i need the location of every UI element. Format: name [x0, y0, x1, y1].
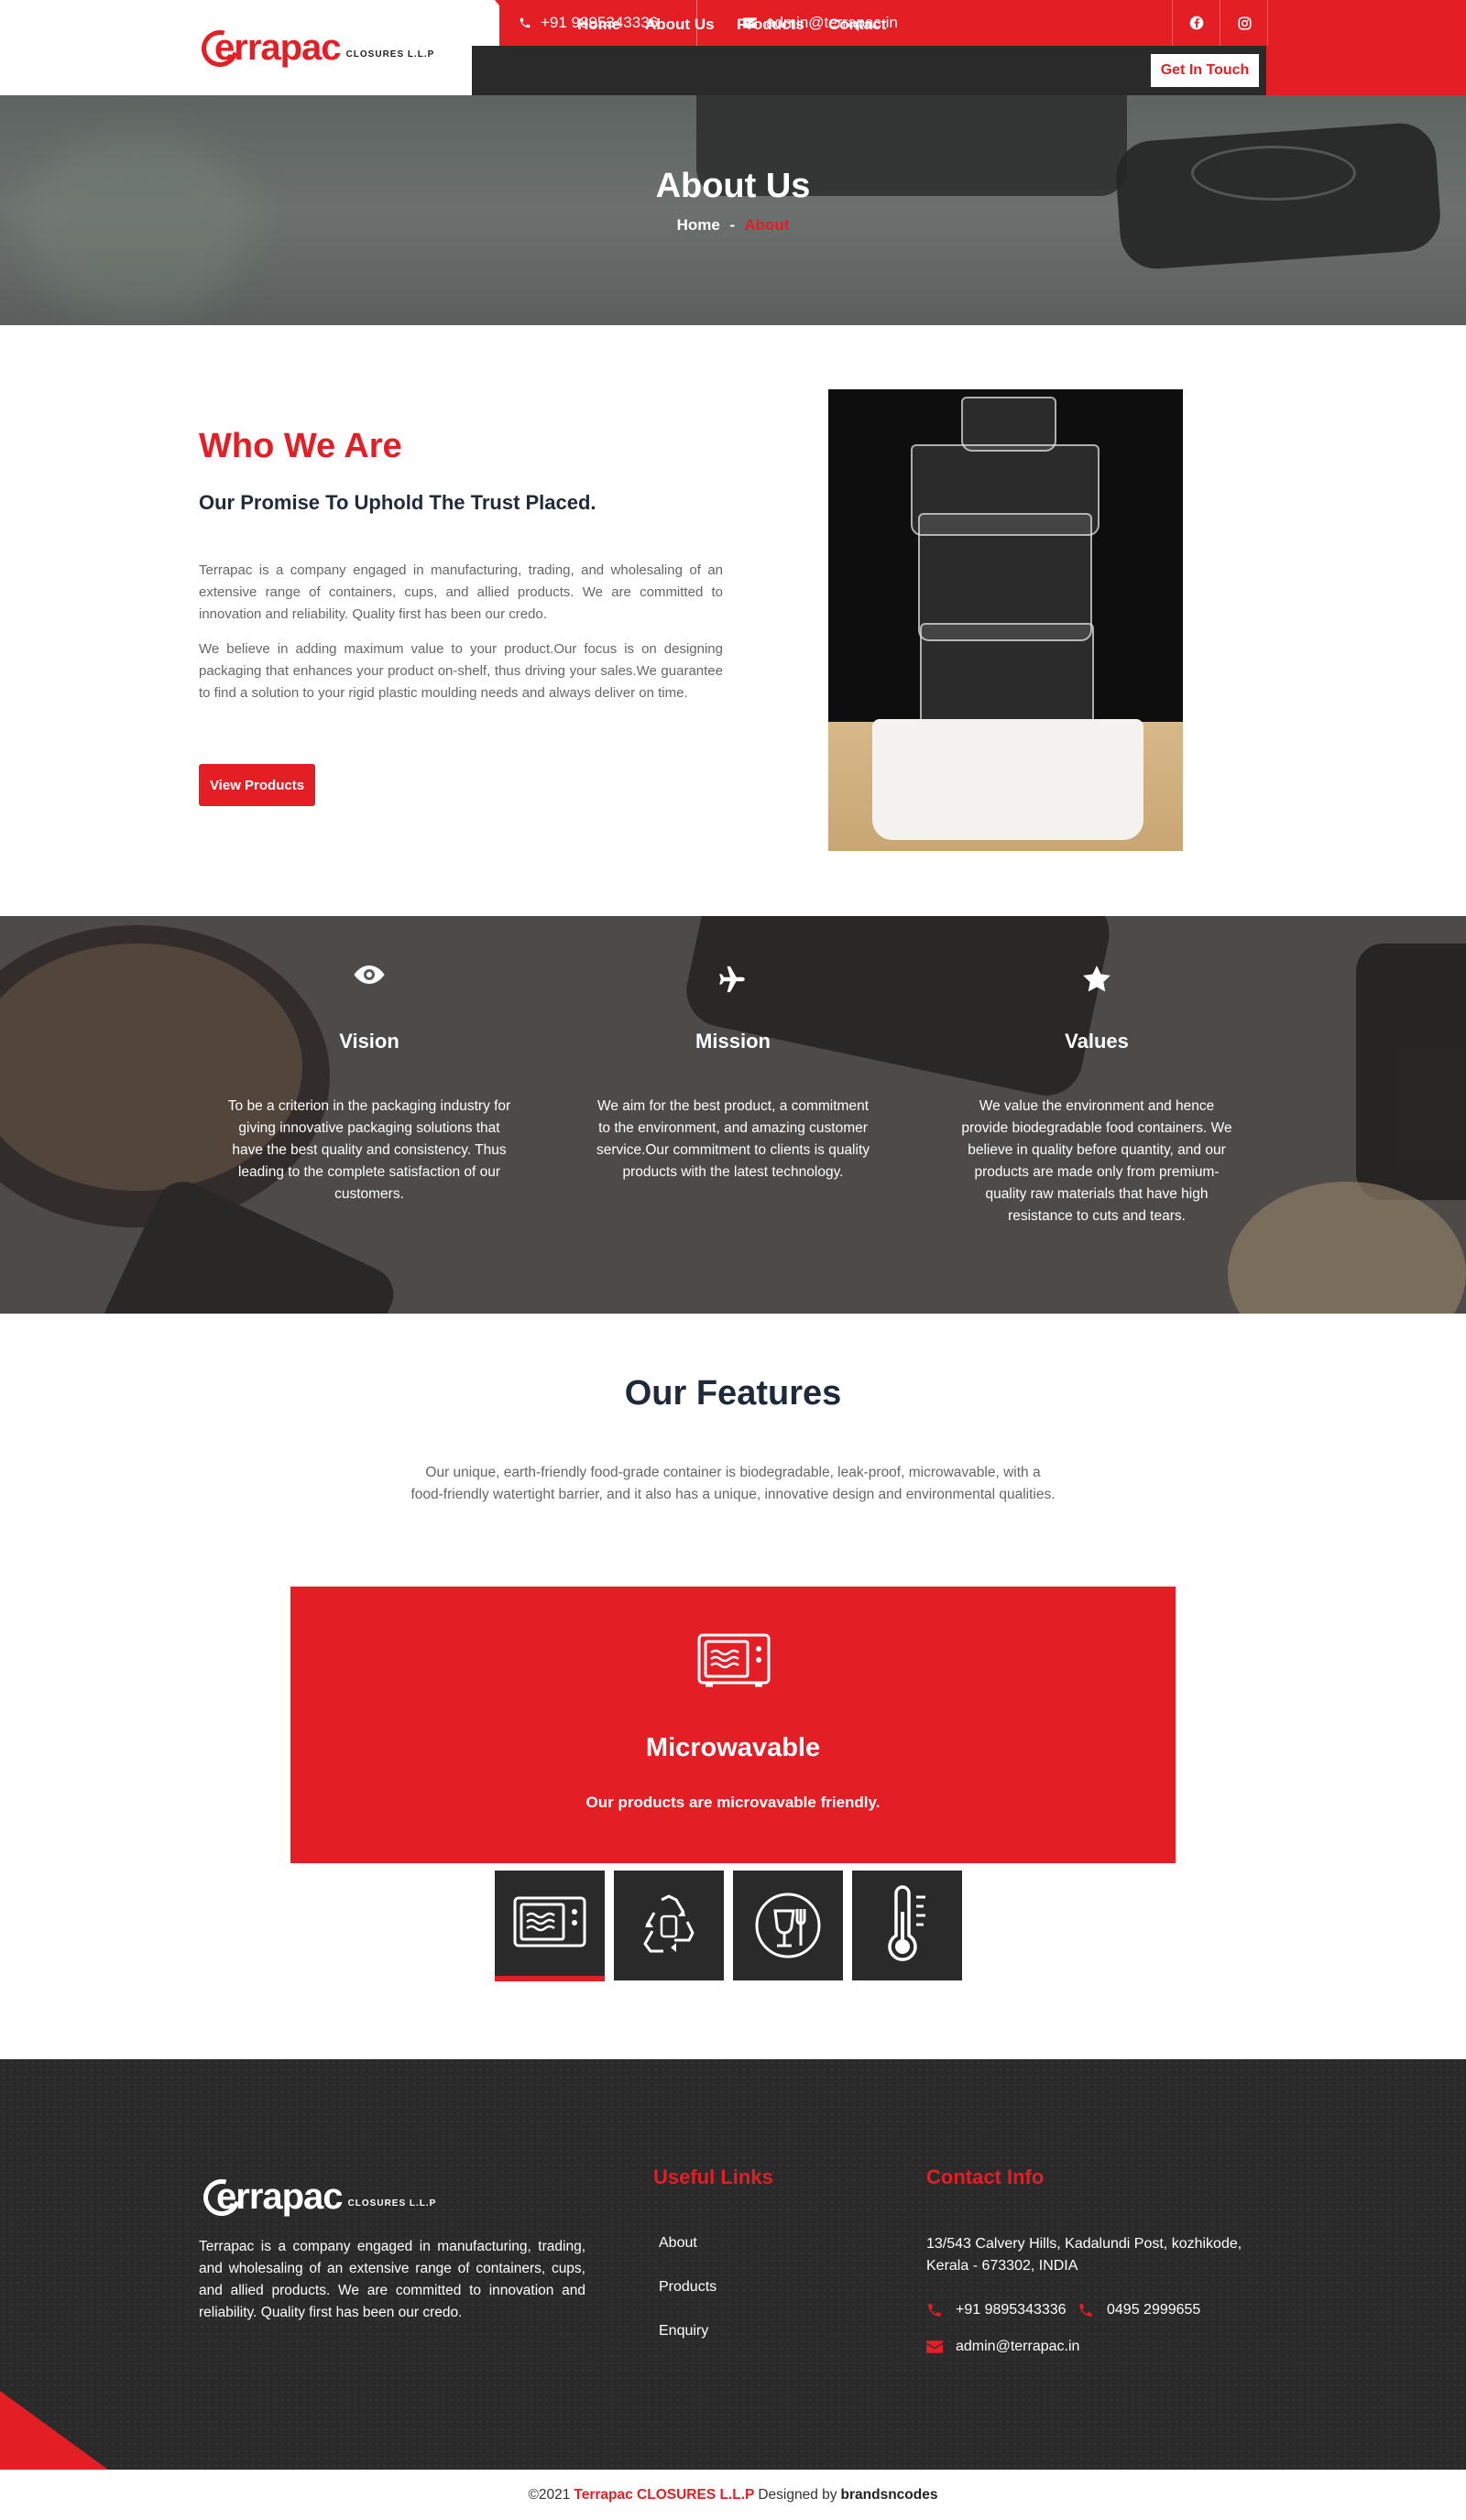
recycle-icon [643, 1894, 695, 1953]
footer-phone-2[interactable]: 0495 2999655 [1078, 2302, 1200, 2318]
microwave-icon [696, 1632, 771, 1694]
containers-photo [828, 389, 1183, 851]
mission-title: Mission [695, 1030, 771, 1053]
footer-phone-2-text: 0495 2999655 [1107, 2302, 1201, 2318]
footer-logo[interactable]: errapac CLOSURES L.L.P [196, 2172, 437, 2222]
instagram-link[interactable] [1220, 0, 1268, 46]
page-hero: About Us Home - About [0, 95, 1466, 325]
vision-text: To be a criterion in the packaging indus… [227, 1098, 511, 1202]
photo-white-container [872, 719, 1143, 840]
nav-contact[interactable]: Contact [828, 0, 886, 49]
footer-about-text: Terrapac is a company engaged in manufac… [199, 2239, 585, 2320]
nav-products[interactable]: Products [737, 0, 804, 49]
logo-subtitle: CLOSURES L.L.P [347, 2198, 437, 2209]
breadcrumb: Home - About [0, 216, 1466, 235]
features-title: Our Features [624, 1374, 842, 1413]
designer-link[interactable]: brandsncodes [841, 2487, 938, 2504]
who-we-are-paragraph: We believe in adding maximum value to yo… [199, 641, 723, 701]
photo-tub [918, 513, 1092, 641]
envelope-icon [926, 2340, 943, 2353]
vision-title: Vision [339, 1030, 399, 1053]
star-icon [955, 964, 1239, 1000]
breadcrumb-separator: - [729, 216, 736, 234]
feature-tab-food-safe[interactable] [733, 1871, 843, 1980]
phone-icon [520, 17, 531, 28]
footer-accent-triangle [0, 2391, 108, 2470]
who-we-are-subtitle: Our Promise To Uphold The Trust Placed. [199, 491, 596, 514]
feature-card-title: Microwavable [645, 1733, 821, 1762]
features-description: Our unique, earth-friendly food-grade co… [410, 1465, 1056, 1502]
breadcrumb-current: About [744, 216, 790, 234]
copyright-year: ©2021 [528, 2486, 571, 2503]
footer-phone-1[interactable]: +91 9895343336 [926, 2302, 1067, 2318]
footer-link-products[interactable]: Products [659, 2279, 717, 2296]
instagram-icon [1237, 16, 1252, 30]
food-safe-icon [755, 1893, 821, 1958]
who-we-are-paragraph: Terrapac is a company engaged in manufac… [199, 562, 723, 622]
nav-about[interactable]: About Us [645, 0, 715, 49]
feature-tab-microwave[interactable] [495, 1871, 605, 1981]
feature-card-text: Our products are microvavable friendly. [585, 1794, 881, 1811]
mission-text: We aim for the best product, a commitmen… [596, 1098, 870, 1180]
site-header: errapac CLOSURES L.L.P +91 9895343336 ad… [0, 0, 1466, 95]
photo-tub [920, 623, 1094, 733]
vision-mission-values-section: Vision To be a criterion in the packagin… [0, 916, 1466, 1314]
microwave-icon [513, 1896, 586, 1947]
nav-home[interactable]: Home [577, 0, 620, 49]
copyright-bar: ©2021 Terrapac CLOSURES L.L.P Designed b… [0, 2470, 1466, 2520]
copyright-brand-link[interactable]: Terrapac CLOSURES L.L.P [574, 2487, 754, 2504]
topbar-divider [1267, 0, 1268, 46]
feature-tab-recycle[interactable] [614, 1871, 724, 1980]
who-we-are-title: Who We Are [199, 427, 402, 465]
footer-email[interactable]: admin@terrapac.in [926, 2339, 1079, 2355]
phone-icon [928, 2304, 941, 2317]
logo-subtitle: CLOSURES L.L.P [345, 49, 435, 60]
thermometer-icon [888, 1885, 925, 1961]
header-accent-block [1266, 0, 1466, 95]
photo-cup [961, 397, 1056, 452]
values-text: We value the environment and hence provi… [961, 1098, 1232, 1224]
feature-tab-temperature[interactable] [852, 1871, 962, 1980]
get-in-touch-button[interactable]: Get In Touch [1151, 54, 1259, 87]
page-title: About Us [655, 167, 811, 205]
contact-info-title: Contact Info [926, 2165, 1045, 2188]
useful-links-title: Useful Links [653, 2165, 773, 2188]
values-title: Values [1065, 1030, 1129, 1053]
copyright-designed-by: Designed by [758, 2486, 837, 2503]
breadcrumb-home[interactable]: Home [677, 216, 720, 234]
footer-email-text: admin@terrapac.in [956, 2339, 1080, 2354]
facebook-icon [1189, 16, 1204, 30]
footer-address: 13/543 Calvery Hills, Kadalundi Post, ko… [926, 2236, 1242, 2274]
plane-icon [591, 964, 875, 1000]
eye-icon [227, 964, 511, 1000]
footer-link-enquiry[interactable]: Enquiry [659, 2323, 708, 2340]
main-navbar [472, 46, 1266, 95]
phone-icon [1079, 2304, 1092, 2317]
view-products-button[interactable]: View Products [199, 764, 315, 806]
feature-card: Microwavable Our products are microvavab… [290, 1587, 1176, 1863]
footer-phone-1-text: +91 9895343336 [956, 2302, 1067, 2318]
facebook-link[interactable] [1173, 0, 1220, 46]
site-logo[interactable]: errapac CLOSURES L.L.P [194, 23, 435, 73]
footer-link-about[interactable]: About [659, 2235, 697, 2252]
